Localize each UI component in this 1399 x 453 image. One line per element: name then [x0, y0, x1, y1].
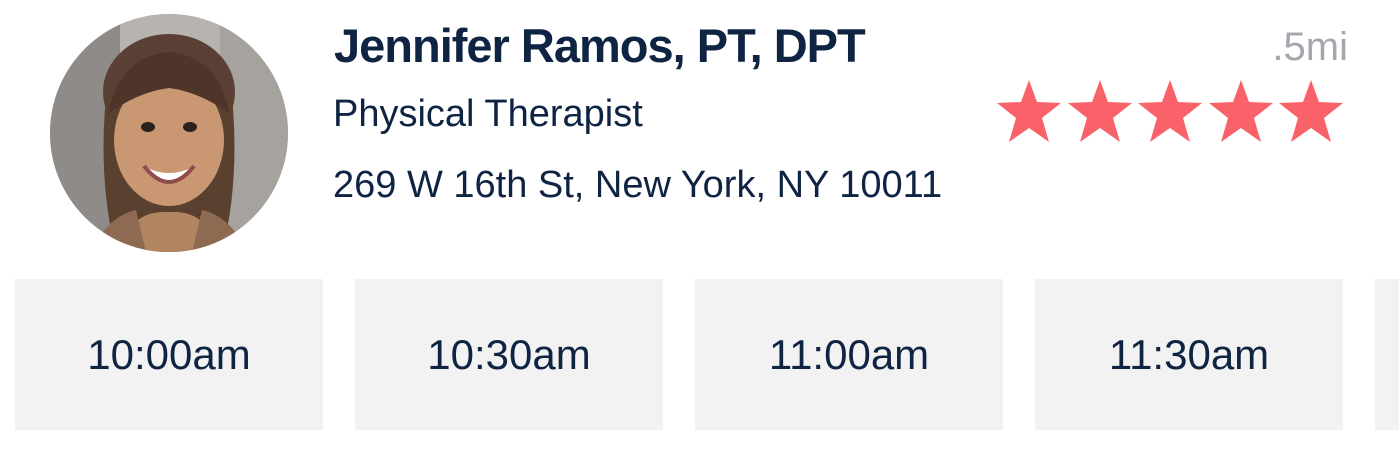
distance-label: .5mi	[1272, 25, 1348, 69]
star-icon	[1208, 80, 1273, 142]
star-icon	[997, 80, 1061, 142]
provider-address: 269 W 16th St, New York, NY 10011	[333, 164, 943, 206]
provider-title: Physical Therapist	[333, 93, 643, 135]
time-slot-button[interactable]	[1375, 279, 1399, 430]
time-slot-button[interactable]: 10:00am	[15, 279, 323, 430]
time-slot-button[interactable]: 10:30am	[355, 279, 663, 430]
avatar	[50, 14, 288, 252]
provider-name: Jennifer Ramos, PT, DPT	[334, 19, 866, 72]
time-slot-button[interactable]: 11:30am	[1035, 279, 1343, 430]
rating-stars	[995, 78, 1345, 146]
appointment-slots: 10:00am 10:30am 11:00am 11:30am	[15, 279, 1399, 430]
star-icon	[1138, 80, 1202, 142]
time-slot-button[interactable]: 11:00am	[695, 279, 1003, 430]
star-icon	[1279, 80, 1343, 142]
provider-card[interactable]: Jennifer Ramos, PT, DPT Physical Therapi…	[0, 0, 1399, 453]
star-icon	[1067, 80, 1132, 142]
provider-photo-icon	[50, 14, 288, 252]
